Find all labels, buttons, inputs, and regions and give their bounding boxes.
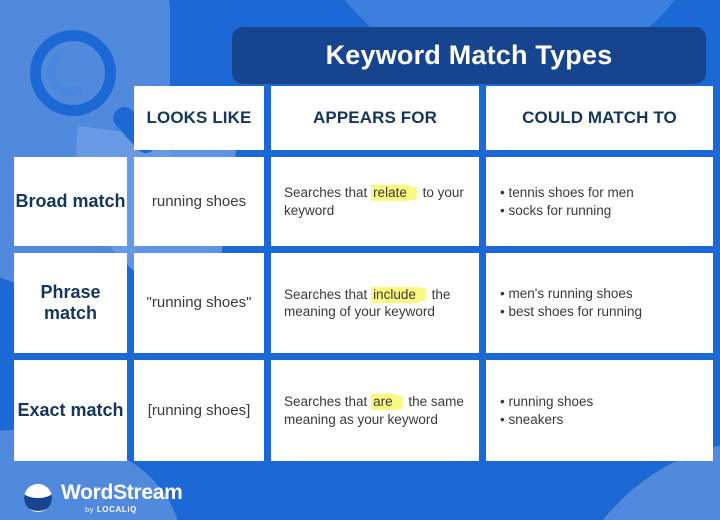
cell-match-type: Exact match [14, 360, 127, 461]
match-type-label: Exact match [17, 399, 124, 420]
logo-brand-name: WordStream [61, 481, 183, 504]
infographic-canvas: Keyword Match Types LOOKS LIKE APPEARS F… [0, 0, 720, 520]
wordstream-logo: WordStream by LOCALiQ [24, 481, 183, 514]
table-row: Exact match [running shoes] Searches tha… [14, 360, 713, 461]
cell-could-match-to: • tennis shoes for men • socks for runnin… [486, 157, 713, 246]
logo-by-text: by [85, 505, 97, 514]
header-cell-could-match-to: COULD MATCH TO [486, 86, 713, 150]
match-type-label: Phrase match [40, 281, 101, 323]
cell-looks-like: [running shoes] [134, 360, 264, 461]
list-item: • socks for running [500, 202, 612, 218]
cell-match-type: Broad match [14, 157, 127, 246]
table-row: Phrase match "running shoes" Searches th… [14, 253, 713, 353]
table-row: Broad match running shoes Searches that … [14, 157, 713, 246]
cell-appears-for: Searches that include the meaning of you… [271, 253, 479, 353]
wordstream-logo-icon [24, 484, 52, 512]
header-cell-looks-like: LOOKS LIKE [134, 86, 264, 150]
could-match-to-list: • tennis shoes for men • socks for runnin… [486, 184, 713, 219]
title-banner: Keyword Match Types [232, 27, 706, 84]
list-item: • sneakers [500, 411, 564, 427]
looks-like-value: [running shoes] [147, 401, 251, 419]
highlighted-keyword: include [371, 286, 419, 303]
logo-wordmark: WordStream by LOCALiQ [61, 481, 183, 514]
cell-match-type: Phrase match [14, 253, 127, 353]
appears-for-text: Searches that relate to your keyword [284, 185, 464, 218]
header-label-could-match-to: COULD MATCH TO [522, 108, 677, 128]
highlighted-keyword: relate [371, 185, 410, 202]
cell-could-match-to: • men's running shoes • best shoes for ru… [486, 253, 713, 353]
header-cell-empty [14, 86, 127, 150]
looks-like-value: "running shoes" [146, 294, 252, 311]
could-match-to-list: • men's running shoes • best shoes for ru… [486, 285, 713, 320]
cell-could-match-to: • running shoes • sneakers [486, 360, 713, 461]
list-item: • men's running shoes [500, 286, 633, 302]
highlight-marker-tail [395, 395, 405, 409]
list-item: • best shoes for running [500, 304, 643, 319]
cell-looks-like: "running shoes" [134, 253, 264, 353]
page-title: Keyword Match Types [325, 40, 613, 70]
logo-parent-brand: by LOCALiQ [85, 506, 182, 514]
highlight-marker-tail [409, 186, 419, 200]
match-types-table: LOOKS LIKE APPEARS FOR COULD MATCH TO Br… [14, 86, 713, 461]
looks-like-value: running shoes [151, 192, 247, 210]
highlight-marker-tail [418, 288, 428, 302]
appears-for-text: Searches that include the meaning of you… [284, 286, 451, 319]
list-item: • tennis shoes for men [500, 184, 634, 200]
header-label-looks-like: LOOKS LIKE [146, 108, 252, 128]
cell-appears-for: Searches that relate to your keyword [271, 157, 479, 246]
list-item: • running shoes [500, 393, 594, 409]
table-header-row: LOOKS LIKE APPEARS FOR COULD MATCH TO [14, 86, 713, 150]
could-match-to-list: • running shoes • sneakers [486, 393, 713, 428]
appears-for-text: Searches that are the same meaning as yo… [284, 394, 464, 427]
cell-appears-for: Searches that are the same meaning as yo… [271, 360, 479, 461]
match-type-label: Broad match [15, 190, 126, 211]
highlighted-keyword: are [371, 394, 396, 411]
cell-looks-like: running shoes [134, 157, 264, 246]
header-cell-appears-for: APPEARS FOR [271, 86, 479, 150]
logo-parent-name: LOCALiQ [96, 505, 138, 514]
wave-icon [24, 484, 52, 511]
header-label-appears-for: APPEARS FOR [313, 108, 437, 128]
